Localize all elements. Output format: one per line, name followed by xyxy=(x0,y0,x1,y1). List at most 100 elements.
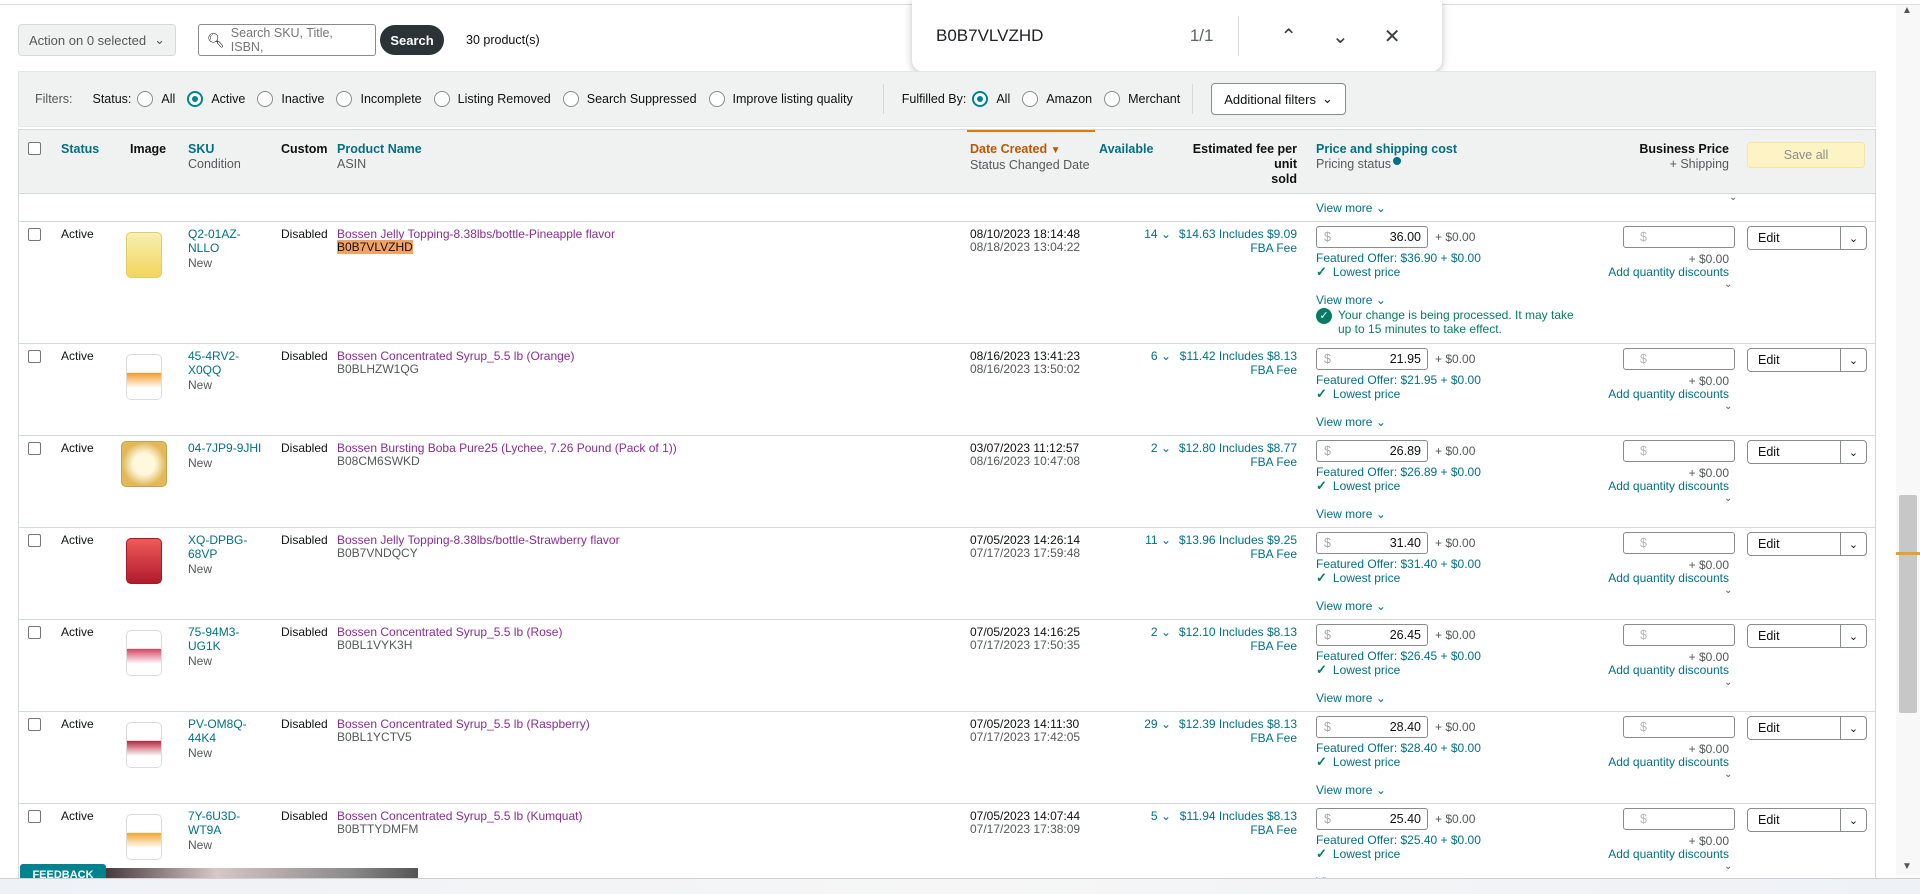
add-quantity-discounts-link[interactable]: Add quantity discounts xyxy=(1579,265,1729,279)
price-input[interactable]: $36.00 xyxy=(1316,226,1428,248)
business-price-input[interactable]: $ xyxy=(1623,348,1735,370)
edit-button[interactable]: Edit ⌄ xyxy=(1747,226,1867,250)
available-qty[interactable]: 6 ⌄ xyxy=(1119,349,1171,363)
available-qty[interactable]: 2 ⌄ xyxy=(1119,441,1171,455)
add-quantity-discounts-link[interactable]: Add quantity discounts xyxy=(1579,663,1729,677)
scroll-down-icon[interactable]: ▼ xyxy=(1902,861,1912,872)
est-fee-link[interactable]: $13.96 Includes $9.25 FBA Fee xyxy=(1167,533,1297,561)
product-image[interactable] xyxy=(126,630,162,676)
edit-button[interactable]: Edit ⌄ xyxy=(1747,808,1867,832)
page-scrollbar[interactable]: ▲ ▼ xyxy=(1896,5,1920,875)
status-radio-improve-listing[interactable]: Improve listing quality xyxy=(708,91,853,107)
status-radio-inactive[interactable]: Inactive xyxy=(257,91,324,107)
add-quantity-discounts-link[interactable]: Add quantity discounts xyxy=(1579,571,1729,585)
chevron-down-icon[interactable]: ⌄ xyxy=(1724,860,1732,874)
chevron-down-icon[interactable]: ⌄ xyxy=(1840,441,1866,463)
business-price-input[interactable]: $ xyxy=(1623,226,1735,248)
chevron-down-icon[interactable]: ⌄ xyxy=(1840,533,1866,555)
search-button[interactable]: Search xyxy=(380,25,444,55)
business-price-input[interactable]: $ xyxy=(1623,624,1735,646)
chevron-down-icon[interactable]: ⌄ xyxy=(1724,584,1732,598)
product-name-link[interactable]: Bossen Bursting Boba Pure25 (Lychee, 7.2… xyxy=(337,441,677,455)
sku-link[interactable]: 75-94M3- UG1K xyxy=(188,625,239,653)
product-name-link[interactable]: Bossen Concentrated Syrup_5.5 lb (Raspbe… xyxy=(337,717,590,731)
scroll-up-icon[interactable]: ▲ xyxy=(1902,5,1912,16)
est-fee-link[interactable]: $12.80 Includes $8.77 FBA Fee xyxy=(1167,441,1297,469)
est-fee-link[interactable]: $14.63 Includes $9.09 FBA Fee xyxy=(1167,227,1297,255)
add-quantity-discounts-link[interactable]: Add quantity discounts xyxy=(1579,387,1729,401)
price-input[interactable]: $26.45 xyxy=(1316,624,1428,646)
row-checkbox[interactable] xyxy=(28,626,41,639)
fulfilled-radio-merchant[interactable]: Merchant xyxy=(1104,91,1180,107)
edit-button[interactable]: Edit ⌄ xyxy=(1747,440,1867,464)
chevron-down-icon[interactable]: ⌄ xyxy=(1840,625,1866,647)
close-icon[interactable]: ✕ xyxy=(1366,24,1418,49)
view-more-link[interactable]: View more ⌄ xyxy=(1316,691,1386,705)
view-more-link[interactable]: View more ⌄ xyxy=(1316,599,1386,613)
business-price-input[interactable]: $ xyxy=(1623,808,1735,830)
add-quantity-discounts-link[interactable]: Add quantity discounts xyxy=(1579,479,1729,493)
status-radio-active[interactable]: Active xyxy=(187,91,245,107)
save-all-button[interactable]: Save all xyxy=(1747,142,1865,168)
row-checkbox[interactable] xyxy=(28,810,41,823)
row-checkbox[interactable] xyxy=(28,442,41,455)
chevron-down-icon[interactable]: ⌄ xyxy=(1840,809,1866,831)
edit-button[interactable]: Edit ⌄ xyxy=(1747,716,1867,740)
price-input[interactable]: $25.40 xyxy=(1316,808,1428,830)
business-price-input[interactable]: $ xyxy=(1623,716,1735,738)
product-image[interactable] xyxy=(126,722,162,768)
view-more-link[interactable]: View more ⌄ xyxy=(1316,293,1386,307)
chevron-down-icon[interactable]: ⌄ xyxy=(1840,227,1866,249)
status-radio-listing-removed[interactable]: Listing Removed xyxy=(433,91,551,107)
chevron-up-icon[interactable]: ⌃ xyxy=(1263,24,1315,49)
additional-filters-button[interactable]: Additional filters ⌄ xyxy=(1211,83,1346,115)
sku-link[interactable]: 04-7JP9-9JHI xyxy=(188,441,261,455)
col-sku[interactable]: SKU Condition xyxy=(188,142,241,172)
chevron-down-icon[interactable]: ⌄ xyxy=(1724,492,1732,506)
business-price-input[interactable]: $ xyxy=(1623,532,1735,554)
available-qty[interactable]: 11 ⌄ xyxy=(1119,533,1171,547)
view-more-link[interactable]: View more ⌄ xyxy=(1316,783,1386,797)
available-qty[interactable]: 5 ⌄ xyxy=(1119,809,1171,823)
product-name-link[interactable]: Bossen Concentrated Syrup_5.5 lb (Orange… xyxy=(337,349,574,363)
product-image[interactable] xyxy=(121,441,167,487)
sku-link[interactable]: PV-OM8Q- 44K4 xyxy=(188,717,247,745)
business-price-input[interactable]: $ xyxy=(1623,440,1735,462)
chevron-down-icon[interactable]: ⌄ xyxy=(1724,768,1732,782)
info-icon[interactable] xyxy=(1393,157,1402,165)
row-checkbox[interactable] xyxy=(28,534,41,547)
available-qty[interactable]: 2 ⌄ xyxy=(1119,625,1171,639)
col-date-created[interactable]: Date Created ▼ Status Changed Date xyxy=(970,142,1090,173)
edit-button[interactable]: Edit ⌄ xyxy=(1747,348,1867,372)
product-image[interactable] xyxy=(126,232,162,278)
find-query-input[interactable]: B0B7VLVZHD xyxy=(936,26,1190,46)
product-name-link[interactable]: Bossen Concentrated Syrup_5.5 lb (Kumqua… xyxy=(337,809,582,823)
edit-button[interactable]: Edit ⌄ xyxy=(1747,532,1867,556)
product-image[interactable] xyxy=(126,814,162,860)
col-product-name[interactable]: Product Name ASIN xyxy=(337,142,422,172)
est-fee-link[interactable]: $11.42 Includes $8.13 FBA Fee xyxy=(1167,349,1297,377)
price-input[interactable]: $21.95 xyxy=(1316,348,1428,370)
fulfilled-radio-all[interactable]: All xyxy=(972,91,1010,107)
add-quantity-discounts-link[interactable]: Add quantity discounts xyxy=(1579,755,1729,769)
available-qty[interactable]: 14 ⌄ xyxy=(1119,227,1171,241)
row-checkbox[interactable] xyxy=(28,718,41,731)
price-input[interactable]: $28.40 xyxy=(1316,716,1428,738)
est-fee-link[interactable]: $12.10 Includes $8.13 FBA Fee xyxy=(1167,625,1297,653)
view-more-link[interactable]: View more ⌄ xyxy=(1316,507,1386,521)
status-radio-incomplete[interactable]: Incomplete xyxy=(336,91,422,107)
status-radio-search-suppressed[interactable]: Search Suppressed xyxy=(562,91,697,107)
est-fee-link[interactable]: $12.39 Includes $8.13 FBA Fee xyxy=(1167,717,1297,745)
price-input[interactable]: $26.89 xyxy=(1316,440,1428,462)
sku-link[interactable]: Q2-01AZ- NLLO xyxy=(188,227,241,255)
sku-link[interactable]: 45-4RV2- X0QQ xyxy=(188,349,239,377)
fulfilled-radio-amazon[interactable]: Amazon xyxy=(1022,91,1092,107)
chevron-down-icon[interactable]: ⌄ xyxy=(1840,717,1866,739)
product-image[interactable] xyxy=(126,538,162,584)
search-input[interactable]: 🔍︎ Search SKU, Title, ISBN, xyxy=(198,24,376,56)
add-quantity-discounts-link[interactable]: Add quantity discounts xyxy=(1579,847,1729,861)
chevron-down-icon[interactable]: ⌄ xyxy=(1315,24,1367,49)
status-radio-all[interactable]: All xyxy=(137,91,175,107)
product-name-link[interactable]: Bossen Concentrated Syrup_5.5 lb (Rose) xyxy=(337,625,562,639)
available-qty[interactable]: 29 ⌄ xyxy=(1119,717,1171,731)
